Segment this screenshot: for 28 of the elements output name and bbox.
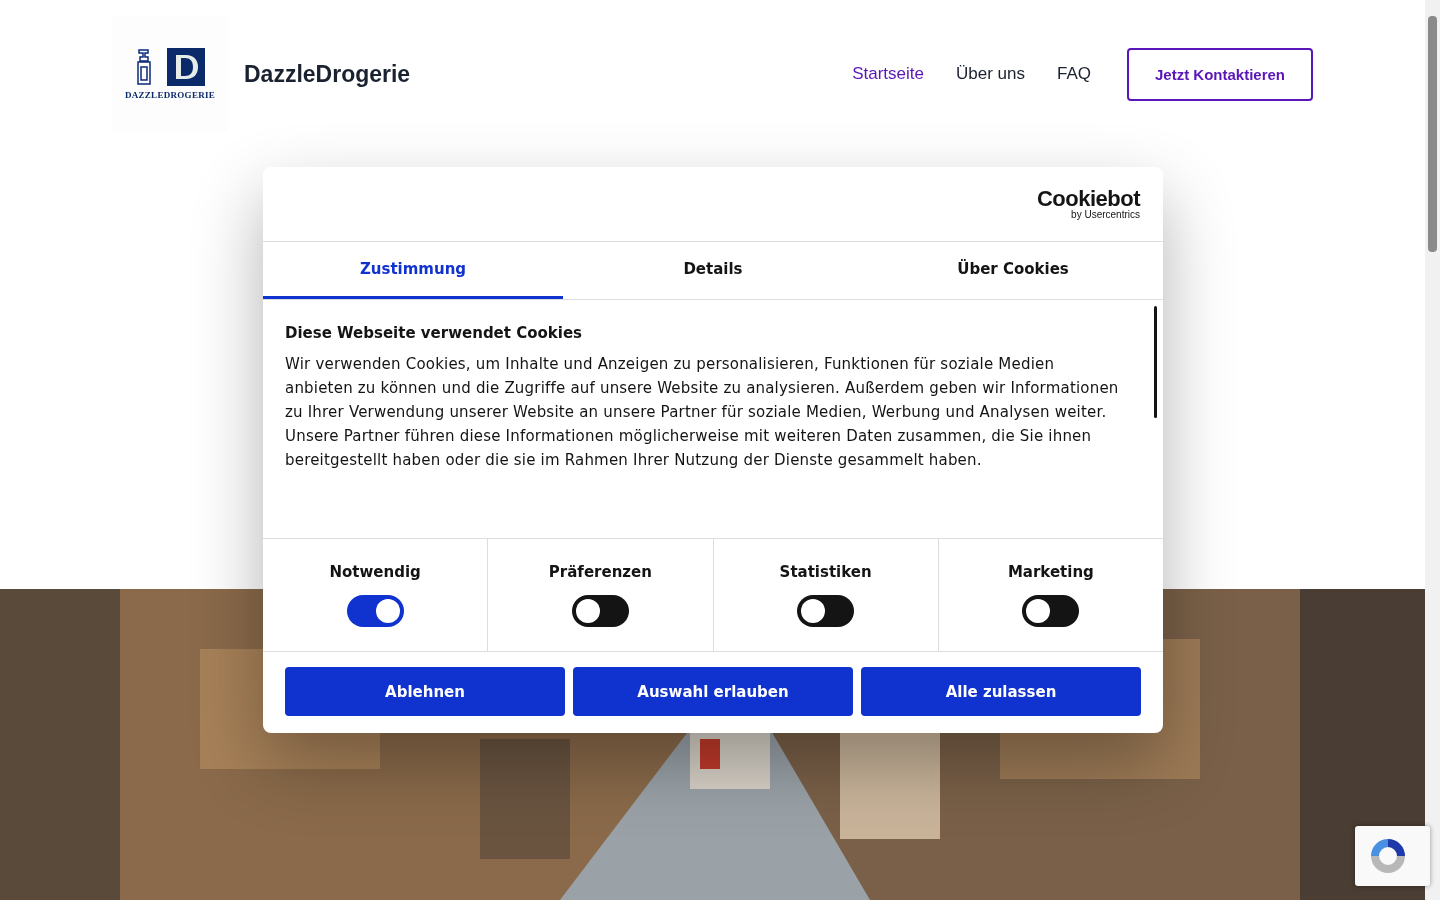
scrollbar[interactable] bbox=[1154, 306, 1157, 418]
dialog-heading: Diese Webseite verwendet Cookies bbox=[285, 324, 584, 342]
consent-button[interactable]: Alle zulassen bbox=[861, 667, 1141, 716]
category-label: Notwendig bbox=[329, 563, 421, 581]
toggle-switch[interactable] bbox=[571, 595, 629, 627]
logo-text: DAZZLEDROGERIE bbox=[124, 90, 216, 100]
category-label: Marketing bbox=[1007, 563, 1094, 581]
toggle-switch[interactable] bbox=[1022, 595, 1080, 627]
toggle-switch[interactable] bbox=[346, 595, 404, 627]
tab[interactable]: Details bbox=[563, 242, 863, 299]
nav-link[interactable]: Startseite bbox=[852, 64, 924, 84]
category-label: Statistiken bbox=[779, 563, 872, 581]
letter-d-icon bbox=[167, 48, 205, 86]
contact-button[interactable]: Jetzt Kontaktieren bbox=[1126, 47, 1313, 101]
nav-link[interactable]: FAQ bbox=[1056, 64, 1091, 84]
category-label: Präferenzen bbox=[548, 563, 652, 581]
tab[interactable]: Zustimmung bbox=[263, 242, 563, 299]
toggle-switch[interactable] bbox=[797, 595, 855, 627]
spray-bottle-icon bbox=[135, 49, 153, 85]
tab[interactable]: Über Cookies bbox=[863, 242, 1163, 299]
dialog-text: Wir verwenden Cookies, um Inhalte und Anzeigen zu personalisieren, Funktionen für soziale Medien anbieten zu können und die Zugriffe auf unsere Website zu analysieren. Außerdem geben wir Informationen zu Ihrer Verwendung unserer Website an unsere Partner für soziale Medien, Werbung und Analysen weiter. Unsere Partner führen diese Informationen möglicherweise mit weiteren Daten zusammen, die Sie ihnen bereitgestellt haben oder die sie im Rahmen Ihrer Nutzung der Dienste gesammelt haben. bbox=[285, 354, 1120, 471]
consent-button[interactable]: Ablehnen bbox=[285, 667, 565, 716]
cookiebot-logo: Cookiebot by Usercentrics bbox=[1036, 188, 1140, 220]
recaptcha-badge[interactable] bbox=[1355, 826, 1430, 886]
brand-name[interactable]: DazzleDrogerie bbox=[244, 60, 411, 88]
consent-button[interactable]: Auswahl erlauben bbox=[573, 667, 853, 716]
nav-link[interactable]: Über uns bbox=[955, 64, 1025, 84]
scrollbar[interactable] bbox=[1425, 0, 1440, 900]
